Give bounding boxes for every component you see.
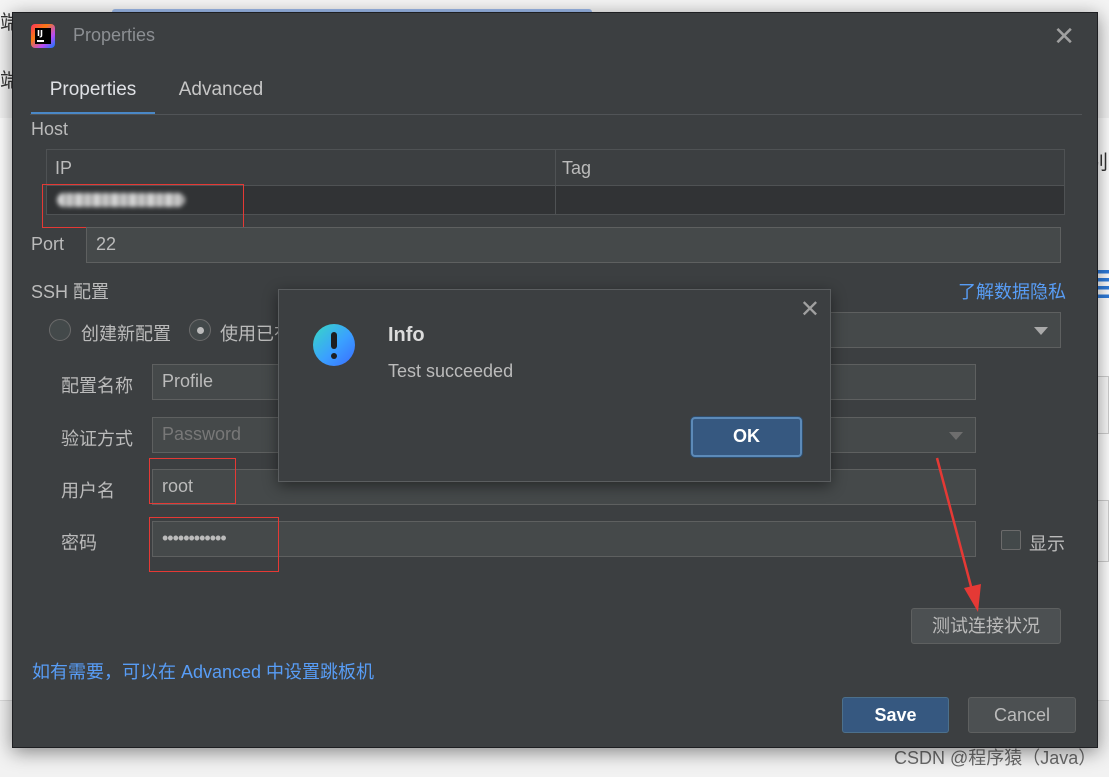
info-popup: ✕ Info Test succeeded OK: [278, 289, 831, 482]
close-icon[interactable]: ✕: [800, 298, 820, 322]
radio-create-new[interactable]: [49, 319, 71, 341]
advanced-hint-link[interactable]: 如有需要，可以在 Advanced 中设置跳板机: [32, 658, 374, 684]
port-label: Port: [31, 234, 65, 254]
tab-label: Advanced: [178, 79, 264, 100]
test-connection-button[interactable]: 测试连接状况: [911, 608, 1061, 644]
auth-method-value: Password: [162, 424, 242, 444]
tab-divider: [30, 114, 1082, 115]
show-password-checkbox[interactable]: [1001, 530, 1021, 550]
save-button[interactable]: Save: [842, 697, 949, 733]
intellij-logo-icon: IJ: [31, 24, 55, 48]
ok-button[interactable]: OK: [691, 417, 802, 457]
port-value: 22: [96, 234, 117, 254]
annotation-box-ip: [42, 184, 244, 228]
dialog-titlebar[interactable]: IJ Properties ✕: [13, 13, 1097, 59]
annotation-box-username: [149, 458, 236, 504]
tab-label: Properties: [49, 79, 137, 100]
info-icon: [313, 324, 355, 366]
chevron-down-icon: [1034, 327, 1048, 335]
privacy-link[interactable]: 了解数据隐私: [958, 278, 1066, 304]
tab-advanced[interactable]: Advanced: [171, 71, 271, 115]
host-label: Host: [31, 119, 69, 139]
existing-config-select[interactable]: [813, 312, 1061, 348]
username-label: 用户名: [61, 481, 115, 501]
ssh-config-label: SSH 配置: [31, 282, 110, 302]
dialog-title: Properties: [73, 25, 156, 45]
annotation-box-password: [149, 517, 279, 572]
chevron-down-icon: [949, 432, 963, 440]
column-header-tag[interactable]: Tag: [562, 158, 591, 179]
show-password-label[interactable]: 显示: [1029, 530, 1065, 556]
profile-name-value: Profile: [162, 371, 214, 391]
host-table-header: IP Tag: [47, 150, 1064, 186]
cancel-button[interactable]: Cancel: [968, 697, 1076, 733]
profile-name-label: 配置名称: [61, 376, 133, 396]
popup-title: Info: [388, 324, 425, 346]
auth-method-label: 验证方式: [61, 429, 133, 449]
tab-properties[interactable]: Properties: [31, 71, 155, 115]
radio-use-existing[interactable]: [189, 319, 211, 341]
close-icon[interactable]: ✕: [1053, 23, 1075, 49]
column-header-ip[interactable]: IP: [55, 158, 72, 179]
radio-create-new-label[interactable]: 创建新配置: [81, 320, 171, 346]
port-field[interactable]: 22: [86, 227, 1061, 263]
popup-message: Test succeeded: [388, 361, 514, 381]
password-label: 密码: [61, 533, 97, 553]
